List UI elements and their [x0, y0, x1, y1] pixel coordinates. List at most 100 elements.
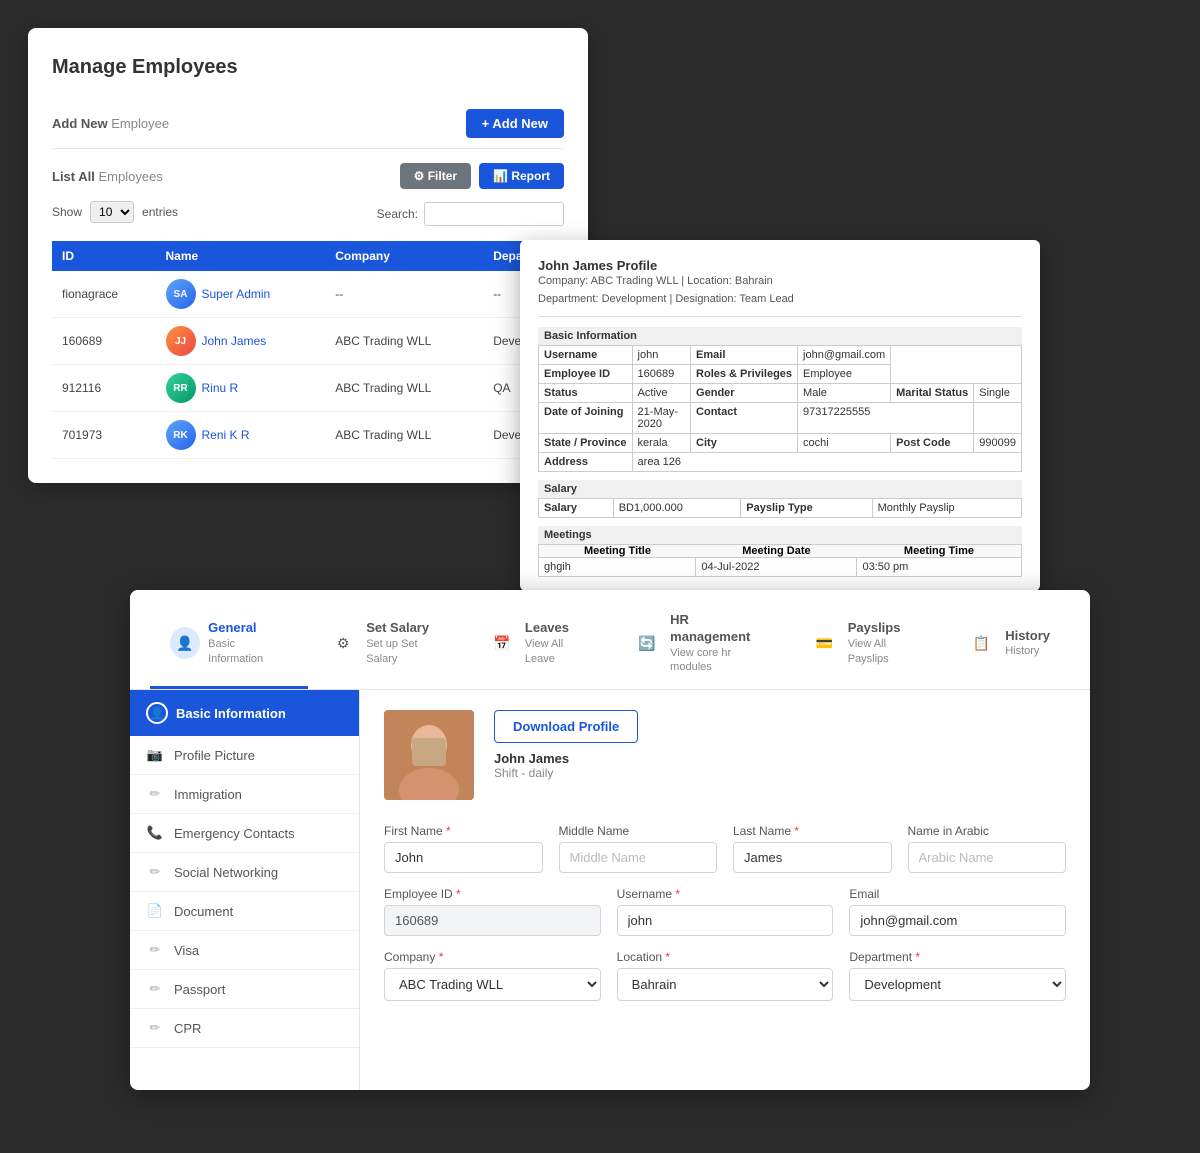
search-bar: Search: [377, 202, 564, 226]
basic-info-table: Username john Email john@gmail.com Emplo… [538, 345, 1022, 472]
sidebar-icon: ✏ [146, 941, 164, 959]
cell-company: ABC Trading WLL [325, 412, 483, 459]
avatar: SA [166, 279, 196, 309]
department-select[interactable]: Development [849, 968, 1066, 1001]
nav-title-leaves: Leaves [525, 620, 592, 637]
nav-tab-history[interactable]: 📋 History History [945, 604, 1070, 689]
sidebar-item-cpr[interactable]: ✏ CPR [130, 1009, 359, 1048]
cell-name: JJ John James [156, 318, 326, 365]
sidebar-icon: 📷 [146, 746, 164, 764]
label-city: City [691, 434, 798, 453]
cell-id: 701973 [52, 412, 156, 459]
employee-link[interactable]: Super Admin [202, 287, 271, 301]
sidebar-item-emergency-contacts[interactable]: 📞 Emergency Contacts [130, 814, 359, 853]
nav-tab-general[interactable]: 👤 General Basic Information [150, 604, 308, 689]
employee-id-input[interactable] [384, 905, 601, 936]
employee-detail-panel: 👤 General Basic Information ⚙ Set Salary… [130, 590, 1090, 1090]
sidebar-item-document[interactable]: 📄 Document [130, 892, 359, 931]
report-button[interactable]: 📊 Report [479, 163, 564, 189]
label-salary: Salary [539, 499, 614, 518]
nav-tab-hr-management[interactable]: 🔄 HR management View core hr modules [612, 604, 790, 689]
employee-name: John James [494, 751, 1066, 766]
company-select[interactable]: ABC Trading WLL [384, 968, 601, 1001]
location-select[interactable]: Bahrain [617, 968, 834, 1001]
nav-text-hr-management: HR management View core hr modules [670, 612, 769, 674]
sidebar-item-label: Document [174, 904, 233, 919]
sidebar-item-profile-picture[interactable]: 📷 Profile Picture [130, 736, 359, 775]
show-entries: Show 102550 entries [52, 201, 178, 223]
last-name-input[interactable] [733, 842, 892, 873]
meeting-title-cell: ghgih [539, 558, 696, 577]
arabic-name-input[interactable] [908, 842, 1067, 873]
label-payslip-type: Payslip Type [741, 499, 872, 518]
sidebar-item-passport[interactable]: ✏ Passport [130, 970, 359, 1009]
sidebar-item-visa[interactable]: ✏ Visa [130, 931, 359, 970]
col-company: Company [325, 241, 483, 271]
label-username: Username [539, 346, 633, 365]
entries-select[interactable]: 102550 [90, 201, 134, 223]
detail-main: Download Profile John James Shift - dail… [360, 690, 1090, 1090]
first-name-group: First Name * [384, 824, 543, 873]
email-input[interactable] [849, 905, 1066, 936]
sidebar-item-immigration[interactable]: ✏ Immigration [130, 775, 359, 814]
download-profile-button[interactable]: Download Profile [494, 710, 638, 743]
sidebar-item-social-networking[interactable]: ✏ Social Networking [130, 853, 359, 892]
detail-sidebar: 👤 Basic Information 📷 Profile Picture ✏ … [130, 690, 360, 1090]
value-empid: 160689 [632, 365, 691, 384]
nav-tab-set-salary[interactable]: ⚙ Set Salary Set up Set Salary [308, 604, 467, 689]
manage-employees-panel: Manage Employees Add New Employee + Add … [28, 28, 588, 483]
value-username: john [632, 346, 691, 365]
label-roles: Roles & Privileges [691, 365, 798, 384]
show-label: Show [52, 205, 82, 219]
nav-title-hr-management: HR management [670, 612, 769, 646]
meeting-row: ghgih 04-Jul-2022 03:50 pm [539, 558, 1022, 577]
value-state: kerala [632, 434, 691, 453]
first-name-label: First Name * [384, 824, 543, 838]
middle-name-input[interactable] [559, 842, 718, 873]
nav-sub-hr-management: View core hr modules [670, 646, 769, 675]
value-roles: Employee [798, 365, 891, 384]
add-new-button[interactable]: + Add New [466, 109, 564, 138]
value-postcode: 990099 [974, 434, 1022, 453]
employee-link[interactable]: Reni K R [202, 428, 250, 442]
nav-title-history: History [1005, 628, 1050, 645]
profile-meta-line1: Company: ABC Trading WLL | Location: Bah… [538, 273, 1022, 291]
filter-button[interactable]: ⚙ Filter [400, 163, 471, 189]
label-marital: Marital Status [891, 384, 974, 403]
person-icon: 👤 [146, 702, 168, 724]
search-input[interactable] [424, 202, 564, 226]
avatar: RK [166, 420, 196, 450]
nav-tab-leaves[interactable]: 📅 Leaves View All Leave [467, 604, 612, 689]
nav-title-payslips: Payslips [848, 620, 926, 637]
username-input[interactable] [617, 905, 834, 936]
profile-header: John James Profile Company: ABC Trading … [538, 258, 1022, 317]
cell-id: 160689 [52, 318, 156, 365]
meeting-time-cell: 03:50 pm [857, 558, 1022, 577]
sidebar-item-label: Visa [174, 943, 199, 958]
sidebar-icon: 📞 [146, 824, 164, 842]
cell-company: ABC Trading WLL [325, 365, 483, 412]
employee-link[interactable]: Rinu R [202, 381, 239, 395]
nav-tab-payslips[interactable]: 💳 Payslips View All Payslips [790, 604, 946, 689]
label-address: Address [539, 453, 633, 472]
last-name-label: Last Name * [733, 824, 892, 838]
add-new-bar: Add New Employee + Add New [52, 99, 564, 149]
employee-link[interactable]: John James [202, 334, 267, 348]
detail-nav: 👤 General Basic Information ⚙ Set Salary… [130, 590, 1090, 690]
nav-icon-leaves: 📅 [487, 627, 517, 659]
detail-body: 👤 Basic Information 📷 Profile Picture ✏ … [130, 690, 1090, 1090]
first-name-input[interactable] [384, 842, 543, 873]
name-row: First Name * Middle Name Last Name * Nam… [384, 824, 1066, 873]
nav-sub-set-salary: Set up Set Salary [366, 637, 447, 666]
table-row: 912116 RR Rinu R ABC Trading WLL QA [52, 365, 564, 412]
arabic-name-label: Name in Arabic [908, 824, 1067, 838]
avatar: RR [166, 373, 196, 403]
nav-title-general: General [208, 620, 288, 637]
employee-id-label: Employee ID * [384, 887, 601, 901]
nav-text-set-salary: Set Salary Set up Set Salary [366, 620, 447, 665]
cell-company: ABC Trading WLL [325, 318, 483, 365]
value-contact: 97317225555 [798, 403, 974, 434]
nav-text-general: General Basic Information [208, 620, 288, 665]
profile-meta-line2: Department: Development | Designation: T… [538, 291, 1022, 309]
sidebar-icon: ✏ [146, 1019, 164, 1037]
